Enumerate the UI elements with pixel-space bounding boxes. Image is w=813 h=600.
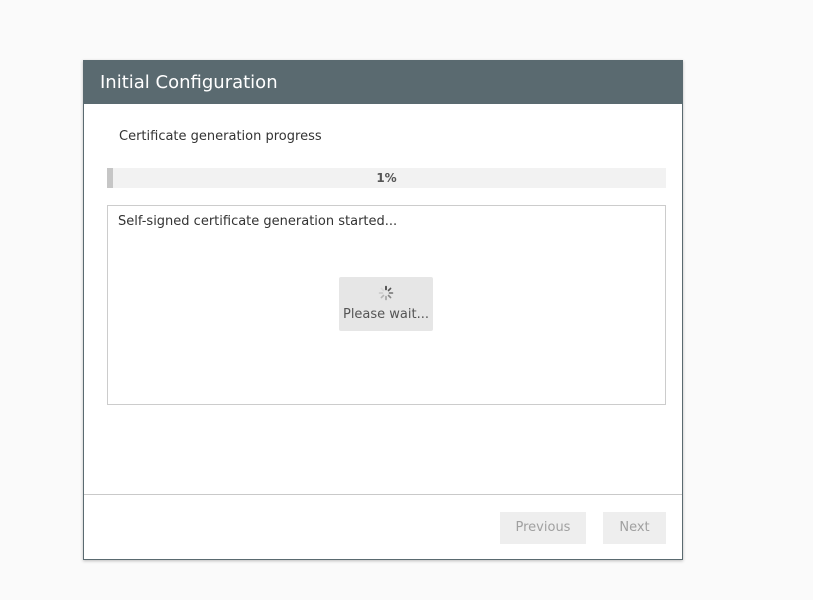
previous-button[interactable]: Previous xyxy=(500,512,586,544)
initial-configuration-dialog: Initial Configuration Certificate genera… xyxy=(83,60,683,560)
next-button[interactable]: Next xyxy=(603,512,666,544)
progress-percent-text: 1% xyxy=(376,171,397,185)
progress-label: Certificate generation progress xyxy=(119,129,322,144)
spinner-icon xyxy=(378,285,394,301)
footer-divider xyxy=(84,494,682,495)
loading-indicator: Please wait... xyxy=(339,277,433,331)
log-message: Self-signed certificate generation start… xyxy=(118,214,398,229)
log-output-box: Self-signed certificate generation start… xyxy=(107,205,666,405)
please-wait-text: Please wait... xyxy=(342,307,430,322)
progress-bar: 1% xyxy=(107,168,666,188)
dialog-title: Initial Configuration xyxy=(84,61,682,104)
